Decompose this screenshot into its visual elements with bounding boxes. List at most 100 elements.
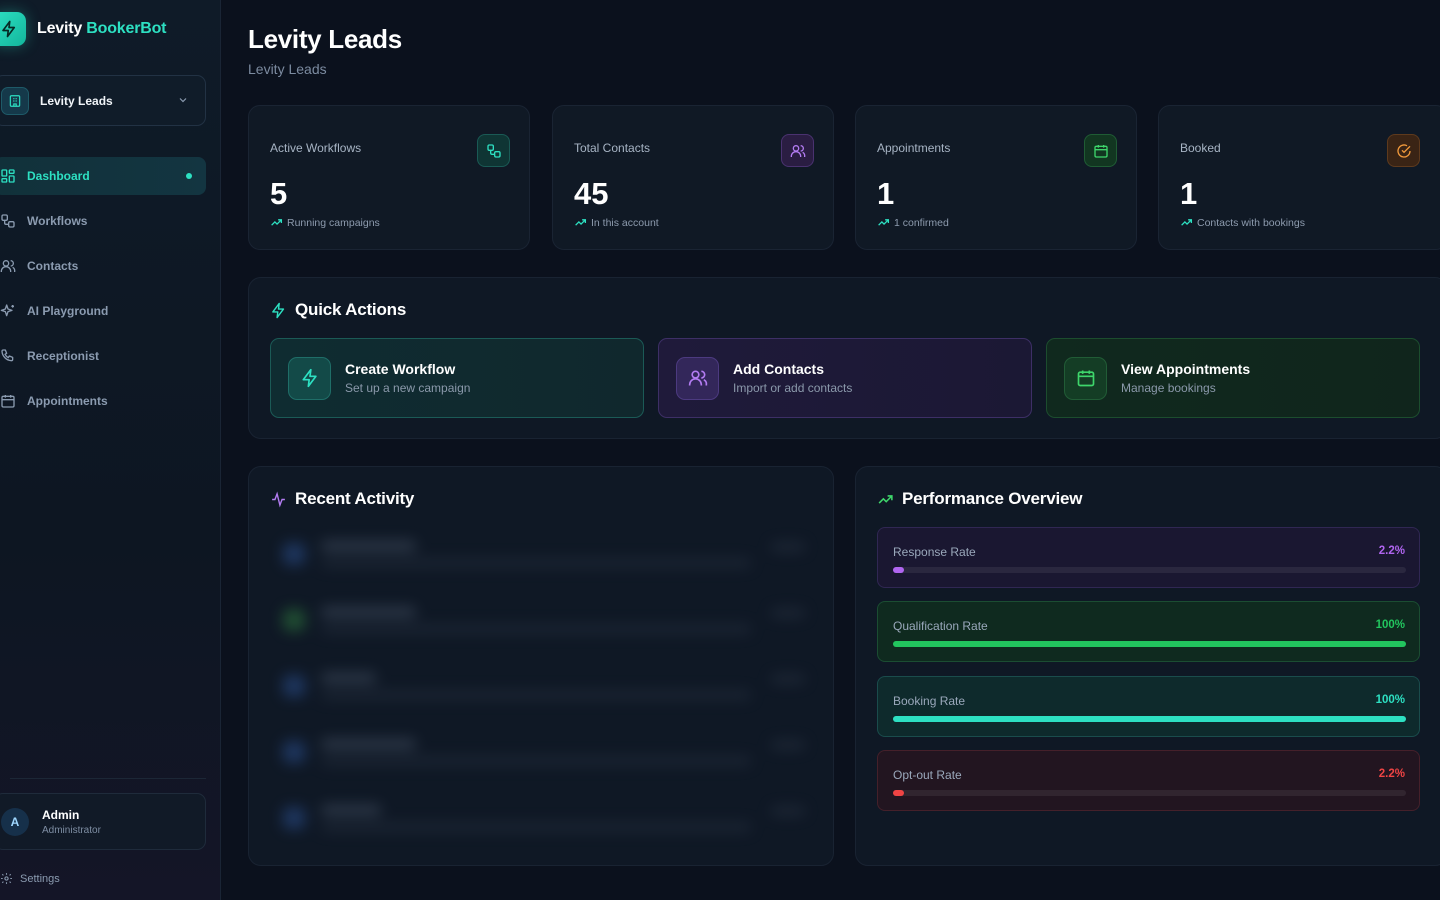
sidebar-item-receptionist[interactable]: Receptionist — [0, 337, 206, 375]
user-role: Administrator — [42, 824, 101, 836]
placeholder — [321, 691, 751, 699]
metric-booking-rate: Booking Rate 100% — [877, 676, 1420, 737]
placeholder — [771, 543, 805, 551]
user-name: Admin — [42, 807, 80, 822]
placeholder — [321, 625, 751, 633]
add-contacts-button[interactable]: Add Contacts Import or add contacts — [658, 338, 1032, 418]
metric-label: Response Rate — [893, 545, 976, 559]
stat-card-active-workflows[interactable]: Active Workflows 5 Running campaigns — [248, 105, 530, 250]
placeholder — [771, 675, 805, 683]
quick-actions-title: Quick Actions — [270, 300, 406, 320]
list-item — [271, 791, 811, 843]
page-title: Levity Leads — [248, 24, 402, 54]
metric-value: 100% — [1375, 619, 1405, 631]
lightning-icon — [272, 302, 285, 318]
stat-note-text: Contacts with bookings — [1197, 216, 1305, 229]
trending-up-icon — [575, 219, 587, 226]
dashboard-icon — [0, 168, 16, 184]
activity-list-blurred — [271, 527, 811, 847]
stat-card-total-contacts[interactable]: Total Contacts 45 In this account — [552, 105, 834, 250]
sidebar-item-appointments[interactable]: Appointments — [0, 382, 206, 420]
user-meta: Admin Administrator — [42, 808, 101, 836]
placeholder — [321, 607, 416, 617]
avatar: A — [1, 807, 29, 836]
performance-title-text: Performance Overview — [902, 489, 1083, 508]
user-profile-card[interactable]: A Admin Administrator — [0, 793, 206, 850]
users-icon — [781, 134, 814, 167]
create-workflow-button[interactable]: Create Workflow Set up a new campaign — [270, 338, 644, 418]
progress-fill — [893, 716, 1406, 722]
stat-note-text: In this account — [591, 216, 659, 229]
sparkles-icon — [0, 303, 16, 319]
metric-response-rate: Response Rate 2.2% — [877, 527, 1420, 588]
brand[interactable]: Levity BookerBot — [0, 12, 166, 46]
list-item — [271, 659, 811, 711]
progress-fill — [893, 790, 905, 796]
gear-icon — [1, 873, 12, 884]
lightning-icon — [288, 356, 331, 400]
chevron-down-icon — [177, 94, 189, 106]
progress-track — [893, 790, 1406, 796]
stat-value: 1 — [877, 176, 895, 211]
activity-icon — [283, 741, 305, 763]
qa-subtitle: Manage bookings — [1121, 381, 1216, 395]
stat-value: 45 — [574, 176, 609, 211]
sidebar-item-label: AI Playground — [27, 304, 109, 318]
placeholder — [321, 805, 381, 815]
sidebar-item-ai-playground[interactable]: AI Playground — [0, 292, 206, 330]
stat-label: Appointments — [877, 141, 951, 155]
sidebar-item-contacts[interactable]: Contacts — [0, 247, 206, 285]
activity-icon — [283, 543, 305, 565]
sidebar-item-label: Contacts — [27, 259, 79, 273]
stat-note: Contacts with bookings — [1180, 216, 1305, 229]
calendar-icon — [0, 393, 16, 409]
progress-track — [893, 641, 1406, 647]
qa-subtitle: Set up a new campaign — [345, 381, 471, 395]
active-indicator — [186, 173, 192, 179]
placeholder — [321, 673, 376, 683]
placeholder — [321, 559, 751, 567]
metric-value: 100% — [1375, 694, 1405, 706]
sidebar-item-label: Appointments — [27, 394, 108, 408]
stat-card-appointments[interactable]: Appointments 1 1 confirmed — [855, 105, 1137, 250]
qa-title: Create Workflow — [345, 361, 456, 377]
brand-name-part2: BookerBot — [86, 20, 167, 37]
stat-label: Total Contacts — [574, 141, 651, 155]
sidebar-item-dashboard[interactable]: Dashboard — [0, 157, 206, 195]
recent-activity-title-text: Recent Activity — [295, 489, 415, 508]
sidebar-item-label: Dashboard — [27, 169, 90, 183]
progress-track — [893, 567, 1406, 573]
metric-label: Qualification Rate — [893, 619, 988, 633]
trending-up-icon — [1181, 219, 1193, 226]
account-selector[interactable]: Levity Leads — [0, 75, 206, 126]
metric-value: 2.2% — [1378, 768, 1405, 780]
stat-value: 5 — [270, 176, 288, 211]
progress-fill — [893, 567, 905, 573]
workflow-icon — [0, 213, 16, 229]
sidebar-divider — [10, 778, 206, 779]
stat-card-booked[interactable]: Booked 1 Contacts with bookings — [1158, 105, 1440, 250]
metric-qualification-rate: Qualification Rate 100% — [877, 601, 1420, 662]
brand-name: Levity BookerBot — [37, 20, 166, 38]
settings-link[interactable]: Settings — [0, 872, 60, 885]
placeholder — [321, 739, 416, 749]
activity-icon — [272, 490, 285, 508]
stat-note: 1 confirmed — [877, 216, 949, 229]
lightning-icon — [0, 12, 26, 46]
list-item — [271, 725, 811, 777]
placeholder — [771, 807, 805, 815]
stat-label: Active Workflows — [270, 141, 362, 155]
sidebar-item-workflows[interactable]: Workflows — [0, 202, 206, 240]
view-appointments-button[interactable]: View Appointments Manage bookings — [1046, 338, 1420, 418]
workflow-icon — [477, 134, 510, 167]
qa-title: Add Contacts — [733, 361, 824, 377]
performance-title: Performance Overview — [877, 489, 1082, 509]
calendar-icon — [1064, 356, 1107, 400]
stat-value: 1 — [1180, 176, 1198, 211]
phone-icon — [0, 348, 16, 364]
trending-up-icon — [271, 219, 283, 226]
recent-activity-panel: Recent Activity — [248, 466, 834, 866]
metric-label: Booking Rate — [893, 694, 966, 708]
sidebar: Levity BookerBot Levity Leads Dashboard … — [0, 0, 221, 900]
placeholder — [321, 823, 751, 831]
